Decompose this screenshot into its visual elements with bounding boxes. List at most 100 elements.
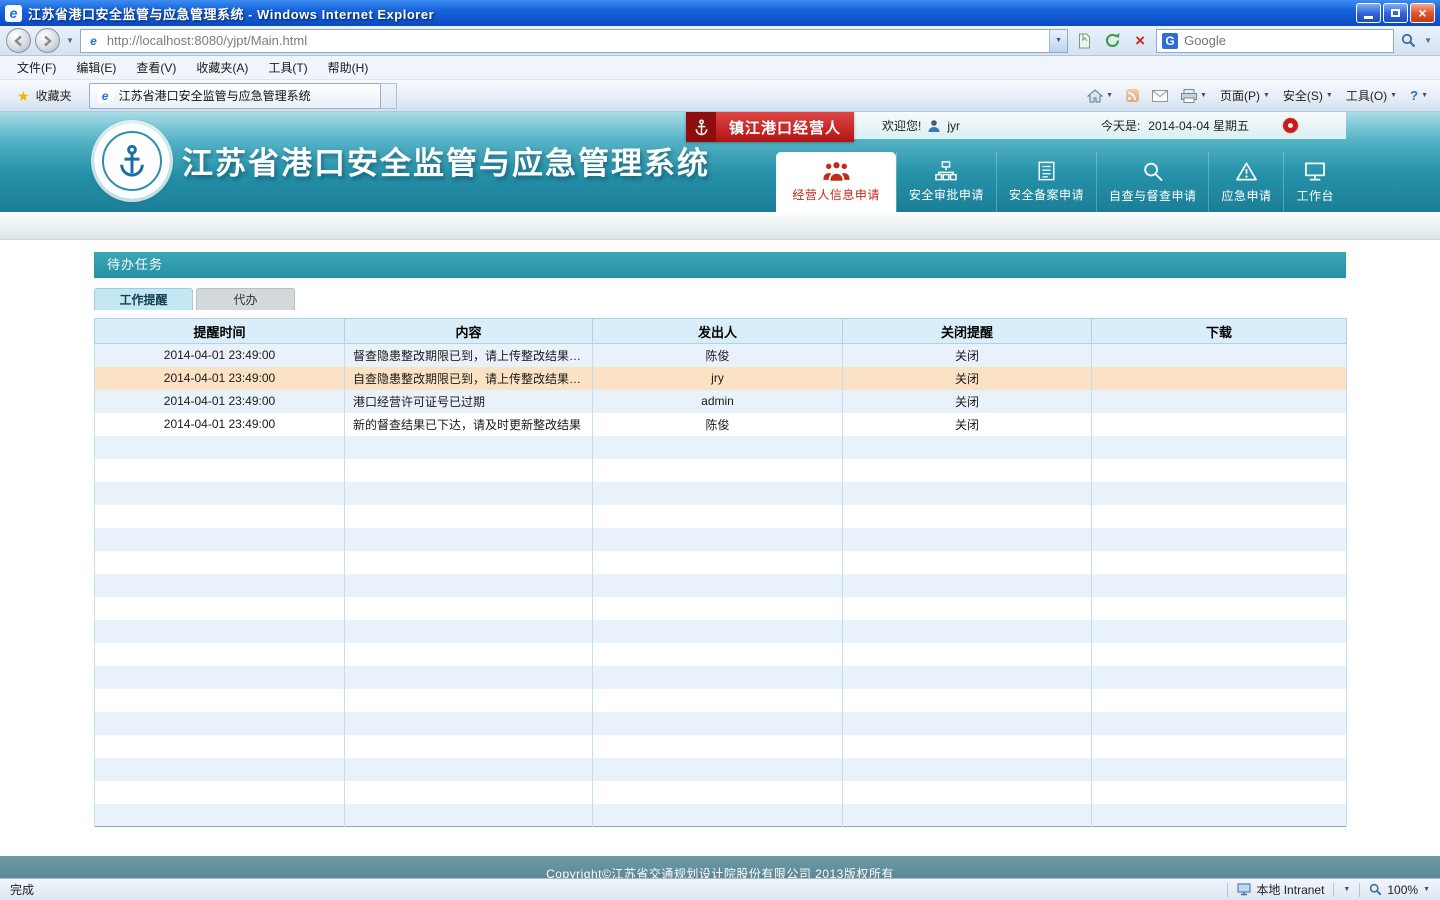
table-row-empty [95, 620, 1347, 643]
forward-button[interactable] [35, 28, 60, 53]
print-button[interactable]: ▼ [1181, 89, 1207, 103]
nav-item-safety-record[interactable]: 安全备案申请 [996, 152, 1096, 212]
close-reminder-link[interactable]: 关闭 [955, 395, 979, 409]
page-menu-label: 页面(P) [1220, 87, 1260, 104]
feeds-button[interactable] [1126, 89, 1139, 102]
cell-time: 2014-04-01 23:49:00 [95, 367, 345, 390]
search-dropdown-button[interactable]: ▼ [1422, 36, 1434, 45]
table-row[interactable]: 2014-04-01 23:49:00 新的督查结果已下达，请及时更新整改结果 … [95, 413, 1347, 436]
empty-cell [843, 643, 1092, 666]
protected-mode-dropdown[interactable]: ▼ [1343, 886, 1350, 893]
col-header-close: 关闭提醒 [843, 319, 1092, 344]
empty-cell [345, 528, 593, 551]
empty-cell [1092, 781, 1347, 804]
empty-cell [95, 459, 345, 482]
nav-item-inspection[interactable]: 自查与督查申请 [1096, 152, 1209, 212]
table-row-selected[interactable]: 2014-04-01 23:49:00 自查隐患整改期限已到，请上传整改结果… … [95, 367, 1347, 390]
status-text: 完成 [10, 881, 34, 898]
table-row-empty [95, 528, 1347, 551]
zoom-magnifier-icon [1369, 883, 1382, 896]
empty-cell [1092, 758, 1347, 781]
tools-menu-button[interactable]: 工具(O) ▼ [1346, 87, 1397, 104]
nav-item-operator-info[interactable]: 经营人信息申请 [776, 152, 896, 212]
empty-cell [95, 551, 345, 574]
inspection-icon [1142, 161, 1164, 182]
menu-item-view[interactable]: 查看(V) [127, 56, 185, 79]
site-logo [94, 123, 170, 199]
close-reminder-link[interactable]: 关闭 [955, 349, 979, 363]
empty-cell [843, 735, 1092, 758]
empty-cell [843, 551, 1092, 574]
compatibility-view-button[interactable] [1072, 29, 1096, 53]
compatibility-page-icon [1077, 33, 1092, 49]
user-strip: 镇江港口经营人 欢迎您! jyr 今天是: 2014-04-04 星期五 [686, 112, 1346, 139]
read-mail-button[interactable] [1152, 90, 1168, 102]
tab-agency[interactable]: 代办 [196, 288, 295, 310]
maximize-button[interactable] [1383, 3, 1408, 23]
search-button[interactable] [1398, 29, 1418, 53]
recent-pages-dropdown[interactable]: ▼ [64, 36, 76, 45]
logo-anchor-icon [117, 144, 147, 178]
nav-item-safety-approval[interactable]: 安全审批申请 [896, 152, 996, 212]
empty-cell [593, 666, 843, 689]
empty-cell [593, 574, 843, 597]
tab-work-reminder[interactable]: 工作提醒 [94, 288, 193, 310]
table-row[interactable]: 2014-04-01 23:49:00 督查隐患整改期限已到，请上传整改结果… … [95, 344, 1347, 367]
empty-cell [345, 482, 593, 505]
address-field[interactable]: e ▼ [80, 29, 1068, 53]
minimize-button[interactable] [1356, 3, 1381, 23]
table-row-empty [95, 574, 1347, 597]
empty-cell [345, 712, 593, 735]
home-button[interactable]: ▼ [1087, 89, 1113, 103]
new-tab-stub[interactable] [381, 83, 397, 109]
close-reminder-link[interactable]: 关闭 [955, 372, 979, 386]
menu-item-help[interactable]: 帮助(H) [319, 56, 378, 79]
table-row[interactable]: 2014-04-01 23:49:00 港口经营许可证号已过期 admin 关闭 [95, 390, 1347, 413]
menu-item-tools[interactable]: 工具(T) [259, 56, 316, 79]
refresh-button[interactable] [1100, 29, 1124, 53]
nav-item-workbench[interactable]: 工作台 [1283, 152, 1346, 212]
zoom-control[interactable]: 100% ▼ [1369, 883, 1430, 897]
stop-button[interactable]: × [1128, 29, 1152, 53]
welcome-group: 欢迎您! jyr [882, 117, 960, 134]
ie-logo-icon: e [5, 5, 22, 22]
cell-content: 自查隐患整改期限已到，请上传整改结果… [345, 367, 593, 390]
nav-item-emergency[interactable]: 应急申请 [1208, 152, 1283, 212]
close-button[interactable]: × [1410, 3, 1435, 23]
main-content: 待办任务 工作提醒 代办 提醒时间 内容 发出人 关闭提醒 下载 [94, 252, 1346, 856]
search-input[interactable] [1184, 33, 1388, 48]
safety-record-icon [1037, 161, 1056, 181]
cell-content: 港口经营许可证号已过期 [345, 390, 593, 413]
cell-download [1092, 413, 1347, 436]
empty-cell [345, 758, 593, 781]
safety-menu-button[interactable]: 安全(S) ▼ [1283, 87, 1333, 104]
back-button[interactable] [6, 28, 31, 53]
empty-cell [593, 505, 843, 528]
page-menu-button[interactable]: 页面(P) ▼ [1220, 87, 1270, 104]
search-box[interactable]: G [1156, 29, 1394, 53]
empty-cell [345, 436, 593, 459]
close-reminder-link[interactable]: 关闭 [955, 418, 979, 432]
menu-item-file[interactable]: 文件(F) [8, 56, 65, 79]
logout-button[interactable] [1283, 118, 1298, 133]
favorites-button[interactable]: ★ 收藏夹 [8, 83, 81, 108]
menu-item-favorites[interactable]: 收藏夹(A) [187, 56, 257, 79]
empty-cell [95, 505, 345, 528]
browser-tab[interactable]: e 江苏省港口安全监管与应急管理系统 [89, 83, 381, 109]
address-dropdown-button[interactable]: ▼ [1049, 30, 1067, 52]
status-dropdown-icon: ▼ [1343, 886, 1350, 893]
empty-cell [95, 620, 345, 643]
menu-item-edit[interactable]: 编辑(E) [67, 56, 125, 79]
url-input[interactable] [107, 33, 1043, 48]
empty-cell [95, 712, 345, 735]
empty-cell [95, 436, 345, 459]
emergency-icon [1235, 161, 1258, 182]
help-button[interactable]: ? ▼ [1410, 88, 1428, 103]
table-row-empty [95, 758, 1347, 781]
browser-window: e 江苏省港口安全监管与应急管理系统 - Windows Internet Ex… [0, 0, 1440, 900]
cell-download [1092, 344, 1347, 367]
empty-cell [593, 459, 843, 482]
security-zone-pane[interactable]: 本地 Intranet [1237, 881, 1324, 898]
google-logo-icon: G [1162, 33, 1178, 49]
empty-cell [593, 597, 843, 620]
